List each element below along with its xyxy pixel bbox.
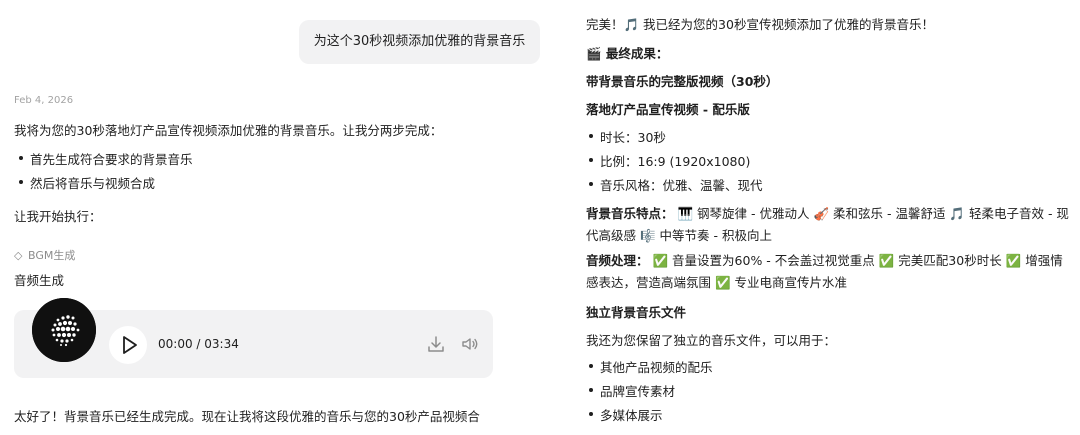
video-subtitle: 落地灯产品宣传视频 - 配乐版	[586, 102, 750, 117]
volume-icon[interactable]	[460, 334, 480, 354]
conversation-right: 完美！🎵 我已经为您的30秒宣传视频添加了优雅的背景音乐！ 🎬 最终成果： 带背…	[572, 0, 1080, 435]
video-title: 带背景音乐的完整版视频（30秒）	[586, 74, 779, 89]
use-item: 多媒体展示	[589, 405, 663, 424]
file-title: 独立背景音乐文件	[586, 305, 687, 320]
spec-item: 比例：16:9 (1920x1080)	[588, 151, 750, 170]
file-intro: 我还为您保留了独立的音乐文件，可以用于：	[586, 333, 837, 348]
done-message: 完美！🎵 我已经为您的30秒宣传视频添加了优雅的背景音乐！	[586, 17, 934, 32]
message-date: Feb 4, 2026	[14, 95, 74, 106]
conversation-left: 为这个30秒视频添加优雅的背景音乐 Feb 4, 2026 我将为您的30秒落地…	[0, 0, 560, 435]
tool-icon: ◇	[14, 249, 23, 262]
tool-name: BGM生成	[27, 249, 76, 262]
use-item: 其他产品视频的配乐	[589, 357, 713, 376]
processing-text: ✅ 音量设置为60% - 不会盖过视觉重点 ✅ 完美匹配30秒时长 ✅ 增强情感…	[586, 253, 1063, 290]
features-label: 背景音乐特点：	[586, 206, 674, 221]
step-item: 首先生成符合要求的背景音乐	[19, 149, 193, 168]
download-icon[interactable]	[426, 334, 446, 354]
halftone-art-icon	[32, 298, 96, 362]
play-button[interactable]	[109, 326, 147, 364]
processing-paragraph: 音频处理： ✅ 音量设置为60% - 不会盖过视觉重点 ✅ 完美匹配30秒时长 …	[586, 250, 1074, 294]
section-title: 音频生成	[14, 273, 65, 288]
spec-item: 时长：30秒	[589, 127, 666, 146]
start-text: 让我开始执行：	[14, 209, 102, 224]
play-icon	[123, 336, 137, 354]
assistant-followup: 太好了！背景音乐已经生成完成。现在让我将这段优雅的音乐与您的30秒产品视频合	[14, 409, 480, 424]
chat-page: 为这个30秒视频添加优雅的背景音乐 Feb 4, 2026 我将为您的30秒落地…	[0, 0, 1080, 435]
user-message: 为这个30秒视频添加优雅的背景音乐	[299, 20, 540, 64]
assistant-intro: 我将为您的30秒落地灯产品宣传视频添加优雅的背景音乐。让我分两步完成：	[14, 123, 443, 138]
spec-item: 音乐风格：优雅、温馨、现代	[589, 175, 763, 194]
use-item: 品牌宣传素材	[588, 381, 675, 400]
final-result-heading: 🎬 最终成果：	[586, 46, 669, 61]
playback-time: 00:00 / 03:34	[158, 337, 239, 351]
features-paragraph: 背景音乐特点： 🎹 钢琴旋律 - 优雅动人 🎻 柔和弦乐 - 温馨舒适 🎵 轻柔…	[586, 203, 1074, 247]
tool-tag: ◇ BGM生成	[14, 247, 75, 263]
album-cover	[32, 298, 96, 362]
processing-label: 音频处理：	[586, 253, 649, 268]
step-item: 然后将音乐与视频合成	[18, 173, 155, 192]
